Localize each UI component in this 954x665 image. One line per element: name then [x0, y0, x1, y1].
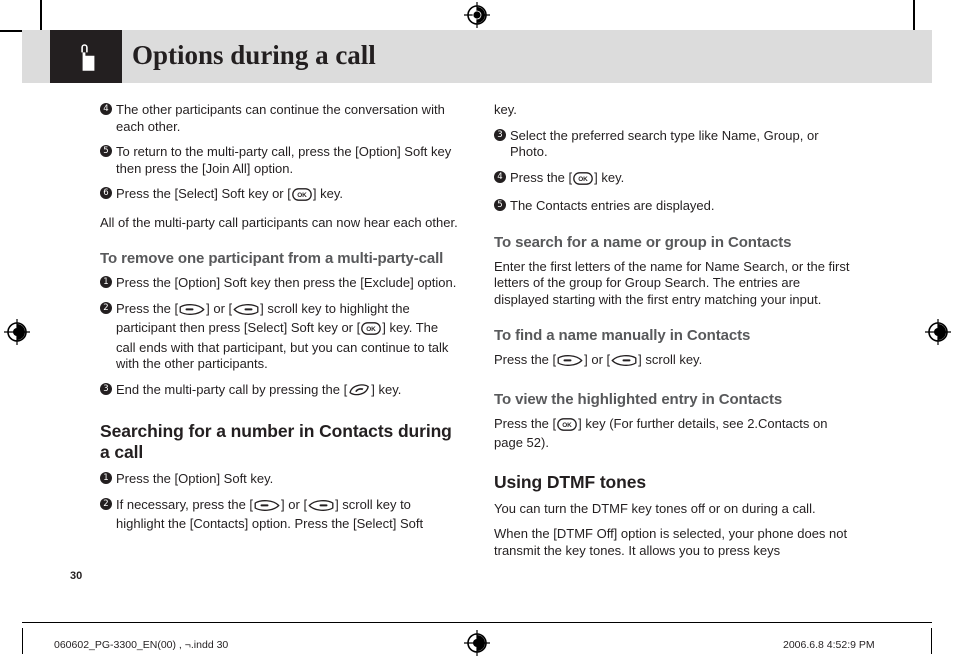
- step-number-badge: 1: [100, 472, 112, 484]
- ok-key-icon: OK: [361, 322, 382, 340]
- scroll-up-key-icon: [179, 303, 205, 321]
- end-call-key-icon: [348, 383, 370, 402]
- body-paragraph: All of the multi-party call participants…: [100, 215, 460, 232]
- text-run: ] or [: [281, 496, 308, 512]
- text-run: The Contacts entries are displayed.: [510, 198, 715, 213]
- footer-date-time: 2006.6.8 4:52:9 PM: [783, 639, 875, 651]
- footer-file-name: 060602_PG-3300_EN(00) , ¬.indd 30: [54, 639, 229, 651]
- step-number-badge: 3: [100, 382, 112, 395]
- numbered-step: 5 To return to the multi-party call, pres…: [100, 144, 460, 177]
- page-number: 30: [70, 570, 83, 582]
- text-run: You can turn the DTMF key tones off or o…: [494, 500, 816, 516]
- numbered-step: 3 Select the preferred search type like N…: [494, 128, 854, 161]
- text-run: The other participants can continue the …: [116, 102, 445, 134]
- text-run: When the [DTMF Off] option is selected, …: [494, 526, 848, 558]
- text-run: ] scroll key.: [638, 352, 703, 367]
- body-paragraph: You can turn the DTMF key tones off or o…: [494, 501, 854, 518]
- numbered-step: 6 Press the [Select] Soft key or [ OK ] key…: [100, 186, 460, 206]
- text-run: Press the [: [116, 300, 179, 316]
- hand-press-icon: [81, 43, 95, 71]
- text-run: Press the [Option] Soft key then press t…: [116, 275, 457, 290]
- numbered-step: 2 If necessary, press the [] or [] scroll…: [100, 497, 460, 533]
- text-run: End the multi-party call by pressing the…: [116, 381, 348, 397]
- body-paragraph: When the [DTMF Off] option is selected, …: [494, 526, 854, 559]
- text-run: Press the [: [494, 415, 557, 431]
- text-run: ] or [: [584, 352, 611, 367]
- text-run: Press the [: [494, 352, 557, 367]
- sub-heading: To remove one participant from a multi-p…: [100, 250, 444, 267]
- footer-tick-left: [22, 628, 23, 654]
- numbered-step: 1 Press the [Option] Soft key then press …: [100, 275, 460, 292]
- text-run: All of the multi-party call participants…: [100, 214, 458, 230]
- manual-page: Options during a call 4 The other partici…: [22, 30, 932, 610]
- scroll-up-key-icon: [254, 499, 280, 517]
- page-header: Options during a call: [22, 30, 932, 83]
- numbered-step: 3 End the multi-party call by pressing th…: [100, 382, 460, 402]
- section-heading: Searching for a number in Contacts durin…: [100, 421, 452, 462]
- step-number-badge: 6: [100, 187, 112, 199]
- svg-text:OK: OK: [297, 192, 307, 199]
- scroll-down-key-icon: [611, 354, 637, 372]
- scroll-down-key-icon: [308, 499, 334, 517]
- sub-heading: To search for a name or group in Contact…: [494, 233, 792, 251]
- step-number-badge: 2: [100, 497, 112, 510]
- svg-text:OK: OK: [578, 176, 588, 183]
- left-column: 4 The other participants can continue the…: [100, 102, 460, 542]
- step-number-badge: 2: [100, 301, 112, 314]
- step-number-badge: 5: [494, 199, 506, 211]
- body-paragraph: Press the [ ] or [ ] scroll key.: [494, 352, 854, 372]
- registration-mark-top: [464, 2, 490, 28]
- text-run: Enter the first letters of the name for …: [494, 258, 850, 307]
- header-icon-box: [50, 30, 122, 83]
- ok-key-icon: OK: [292, 188, 312, 206]
- text-run: ] key.: [371, 381, 402, 397]
- text-run: Press the [: [510, 169, 573, 185]
- text-run: key.: [494, 102, 517, 117]
- numbered-step: 4 Press the [ OK ] key.: [494, 170, 854, 190]
- text-run: Select the preferred search type like Na…: [510, 127, 819, 160]
- numbered-step: 5 The Contacts entries are displayed.: [494, 198, 854, 215]
- paragraph-continuation: key.: [494, 102, 854, 119]
- footer-tick-right: [931, 628, 932, 654]
- step-number-badge: 4: [100, 103, 112, 115]
- text-run: ] key.: [312, 186, 343, 201]
- body-paragraph: Enter the first letters of the name for …: [494, 259, 854, 309]
- step-number-badge: 5: [100, 145, 112, 157]
- numbered-step: 2 Press the [] or [] scroll key to highli…: [100, 301, 460, 373]
- section-heading: Using DTMF tones: [494, 471, 647, 492]
- numbered-step: 4 The other participants can continue the…: [100, 102, 460, 135]
- text-run: Press the [Option] Soft key.: [116, 471, 274, 486]
- text-run: To return to the multi-party call, press…: [116, 144, 452, 176]
- scroll-up-key-icon: [557, 354, 583, 372]
- crop-mark-top-right-vertical: [913, 0, 915, 32]
- text-run: ] or [: [206, 300, 233, 316]
- ok-key-icon: OK: [557, 417, 577, 436]
- svg-text:OK: OK: [366, 326, 376, 333]
- body-paragraph: Press the [OK] key (For further details,…: [494, 416, 854, 452]
- right-column: key. 3 Select the preferred search type li…: [494, 102, 854, 568]
- sub-heading: To view the highlighted entry in Contact…: [494, 390, 783, 408]
- scroll-down-key-icon: [233, 303, 259, 321]
- text-run: ] key.: [594, 169, 625, 185]
- numbered-step: 1 Press the [Option] Soft key.: [100, 471, 460, 488]
- step-number-badge: 3: [494, 128, 506, 141]
- step-number-badge: 4: [494, 170, 506, 183]
- sub-heading: To find a name manually in Contacts: [494, 327, 751, 344]
- text-run: Press the [Select] Soft key or [: [116, 186, 291, 201]
- page-title: Options during a call: [132, 40, 376, 70]
- svg-text:OK: OK: [562, 422, 572, 429]
- ok-key-icon: OK: [573, 171, 593, 190]
- crop-mark-top-left-vertical: [40, 0, 42, 32]
- step-number-badge: 1: [100, 276, 112, 288]
- text-run: If necessary, press the [: [116, 496, 254, 512]
